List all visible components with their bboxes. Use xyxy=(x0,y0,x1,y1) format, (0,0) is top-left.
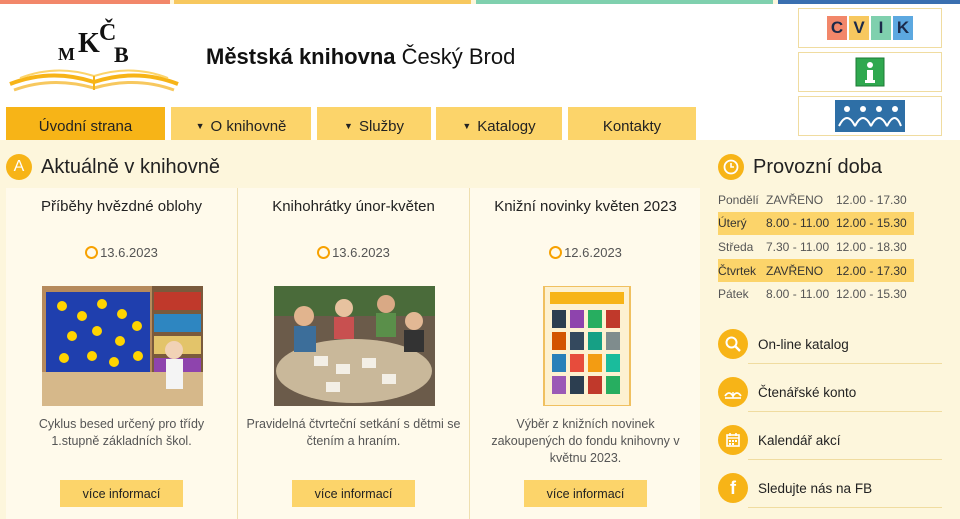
calendar-icon xyxy=(718,425,748,455)
news-card: Knihohrátky únor-květen 13.6.2023 Pravid… xyxy=(238,188,469,519)
sidebar: Provozní doba Pondělí ZAVŘENO 12.00 - 17.3… xyxy=(700,140,960,519)
dropdown-arrow-icon: ▼ xyxy=(195,121,205,131)
news-card-date: 13.6.2023 xyxy=(6,245,237,260)
more-info-button[interactable]: více informací xyxy=(60,480,183,507)
facebook-icon: f xyxy=(718,473,748,503)
reader-account-label: Čtenářské konto xyxy=(758,384,857,400)
nav-services-label: Služby xyxy=(358,117,404,135)
svg-text:M: M xyxy=(58,44,75,64)
hours-day: Středa xyxy=(718,239,754,254)
hours-row: Čtvrtek ZAVŘENO 12.00 - 17.30 xyxy=(718,258,914,283)
news-card-title[interactable]: Knihohrátky únor-květen xyxy=(238,198,469,215)
event-calendar-label: Kalendář akcí xyxy=(758,432,841,448)
section-letter-icon: A xyxy=(6,154,32,180)
clock-icon xyxy=(85,246,99,259)
cvik-logo: C V I K xyxy=(826,16,914,40)
cvik-letter: I xyxy=(871,16,891,40)
hours-row: Pondělí ZAVŘENO 12.00 - 17.30 xyxy=(718,188,914,212)
dropdown-arrow-icon: ▼ xyxy=(462,121,472,131)
svg-text:B: B xyxy=(114,42,129,67)
hours-afternoon: 12.00 - 17.30 xyxy=(836,263,907,278)
news-card-description: Výběr z knižních novinek zakoupených do … xyxy=(491,417,680,465)
opening-hours-heading: Provozní doba xyxy=(718,154,882,180)
news-card-date: 12.6.2023 xyxy=(470,245,701,260)
news-date-text: 13.6.2023 xyxy=(100,245,158,260)
news-card-date: 13.6.2023 xyxy=(238,245,469,260)
facebook-label: Sledujte nás na FB xyxy=(758,480,873,496)
news-card-image[interactable] xyxy=(42,286,203,406)
book-icon xyxy=(718,377,748,407)
nav-contacts-label: Kontakty xyxy=(602,117,662,135)
reader-account-link[interactable]: Čtenářské konto xyxy=(718,368,942,416)
news-card-image[interactable] xyxy=(506,286,667,406)
info-icon xyxy=(855,57,885,87)
news-date-text: 12.6.2023 xyxy=(564,245,622,260)
hours-afternoon: 12.00 - 15.30 xyxy=(836,216,907,231)
hours-row: Pátek 8.00 - 11.00 12.00 - 15.30 xyxy=(718,282,914,306)
event-calendar-link[interactable]: Kalendář akcí xyxy=(718,416,942,464)
news-card: Příběhy hvězdné oblohy 13.6.2023 Cyklus … xyxy=(6,188,237,519)
search-icon xyxy=(718,329,748,359)
site-title[interactable]: Městská knihovna Český Brod xyxy=(206,44,515,70)
news-section-title: Aktuálně v knihovně xyxy=(41,155,221,178)
cvik-link[interactable]: C V I K xyxy=(798,8,942,48)
online-catalog-link[interactable]: On-line katalog xyxy=(718,320,942,368)
online-catalog-label: On-line katalog xyxy=(758,336,849,352)
news-card-title[interactable]: Příběhy hvězdné oblohy xyxy=(6,198,237,215)
hours-day: Čtvrtek xyxy=(718,263,757,278)
header: M K Č B Městská knihovna Český Brod Úvod… xyxy=(0,4,960,145)
site-title-bold: Městská knihovna xyxy=(206,44,396,69)
more-info-button[interactable]: více informací xyxy=(292,480,415,507)
hours-row: Středa 7.30 - 11.00 12.00 - 18.30 xyxy=(718,235,914,259)
news-date-text: 13.6.2023 xyxy=(332,245,390,260)
opening-hours-title: Provozní doba xyxy=(753,155,882,178)
cvik-letter: V xyxy=(849,16,869,40)
library-logo[interactable]: M K Č B xyxy=(6,18,182,94)
news-card-title[interactable]: Knižní novinky květen 2023 xyxy=(470,198,701,215)
news-card: Knižní novinky květen 2023 12.6.2023 Výb… xyxy=(470,188,701,519)
hours-afternoon: 12.00 - 17.30 xyxy=(836,192,907,207)
hours-morning: 8.00 - 11.00 xyxy=(766,287,830,302)
hours-afternoon: 12.00 - 18.30 xyxy=(836,239,907,254)
news-card-description: Cyklus besed určený pro třídy 1.stupně z… xyxy=(38,417,205,448)
site-title-rest: Český Brod xyxy=(395,44,516,69)
hours-morning: 7.30 - 11.00 xyxy=(766,239,830,254)
info-link[interactable] xyxy=(798,52,942,92)
audience-icon xyxy=(835,100,905,132)
svg-text:K: K xyxy=(78,28,100,59)
nav-about-label: O knihovně xyxy=(210,117,287,135)
hours-afternoon: 12.00 - 15.30 xyxy=(836,287,907,302)
clock-icon xyxy=(718,154,744,180)
news-section: A Aktuálně v knihovně Příběhy hvězdné ob… xyxy=(0,140,702,519)
news-heading: A Aktuálně v knihovně xyxy=(6,154,220,180)
hours-morning: ZAVŘENO xyxy=(766,263,824,278)
more-info-button[interactable]: více informací xyxy=(524,480,647,507)
nav-catalogs-label: Katalogy xyxy=(477,117,536,135)
hours-day: Pondělí xyxy=(718,192,759,207)
nav-home-label: Úvodní strana xyxy=(38,117,133,135)
cvik-letter: K xyxy=(893,16,913,40)
news-card-image[interactable] xyxy=(274,286,435,406)
hours-row: Úterý 8.00 - 11.00 12.00 - 15.30 xyxy=(718,211,914,236)
hours-morning: ZAVŘENO xyxy=(766,192,824,207)
facebook-link[interactable]: f Sledujte nás na FB xyxy=(718,464,942,512)
hours-morning: 8.00 - 11.00 xyxy=(766,216,830,231)
hours-day: Pátek xyxy=(718,287,749,302)
opening-hours-table: Pondělí ZAVŘENO 12.00 - 17.30 Úterý 8.00 - … xyxy=(718,188,914,306)
cvik-letter: C xyxy=(827,16,847,40)
clock-icon xyxy=(317,246,331,259)
news-card-description: Pravidelná čtvrteční setkání s dětmi se … xyxy=(246,417,461,448)
clock-icon xyxy=(549,246,563,259)
hours-day: Úterý xyxy=(718,216,747,231)
dropdown-arrow-icon: ▼ xyxy=(344,121,353,131)
partner-link[interactable] xyxy=(798,96,942,136)
